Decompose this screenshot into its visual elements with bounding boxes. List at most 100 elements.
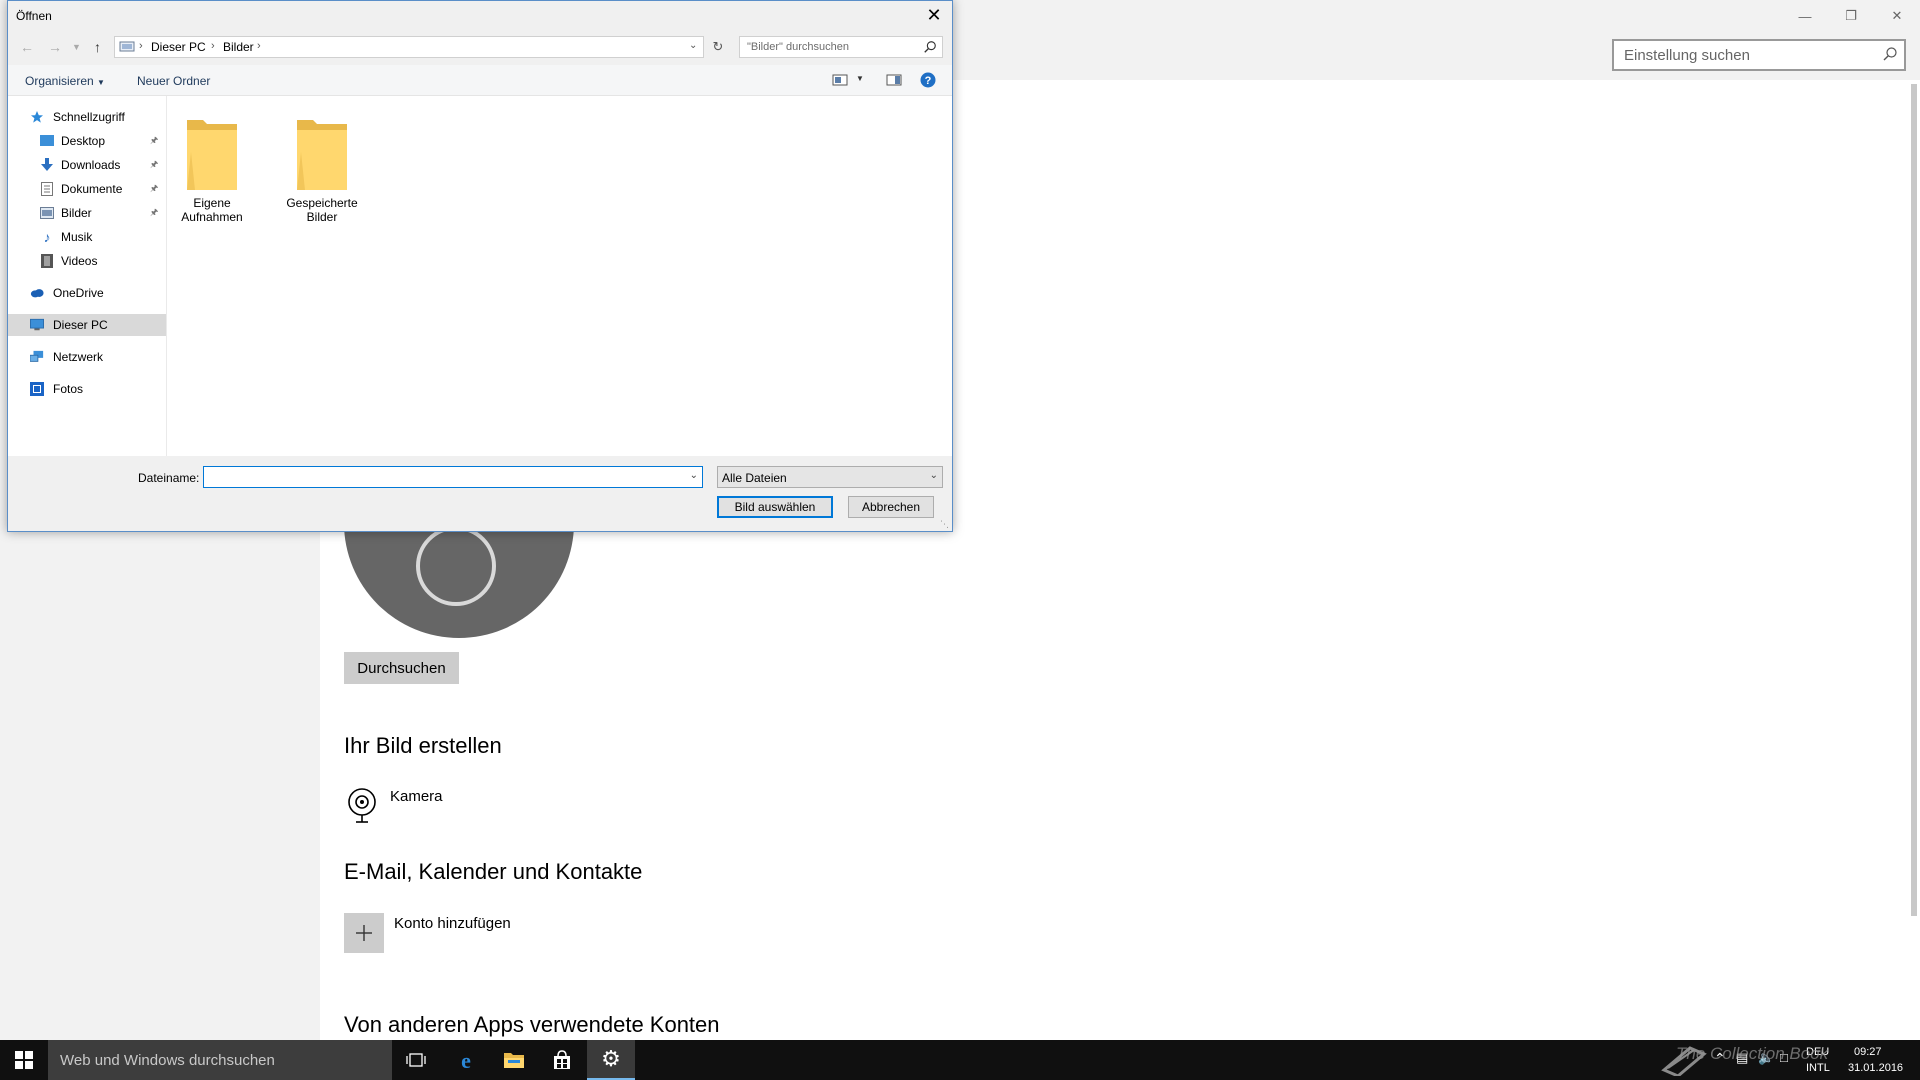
folder-icon xyxy=(183,112,241,192)
forward-arrow-icon[interactable]: → xyxy=(48,39,62,55)
taskbar-search-box[interactable]: Web und Windows durchsuchen xyxy=(48,1040,392,1080)
dialog-search-placeholder: "Bilder" durchsuchen xyxy=(747,41,849,53)
desktop-icon xyxy=(40,134,54,148)
file-explorer-icon[interactable] xyxy=(490,1040,538,1080)
nav-label-pictures: Bilder xyxy=(61,206,92,220)
nav-item-documents[interactable]: Dokumente 🖈 xyxy=(8,178,166,200)
nav-item-downloads[interactable]: Downloads 🖈 xyxy=(8,154,166,176)
back-arrow-icon[interactable]: ← xyxy=(20,39,34,55)
breadcrumb-chevron-icon[interactable]: › xyxy=(139,40,143,52)
folder-name-line2: Bilder xyxy=(306,210,338,224)
camera-icon[interactable] xyxy=(346,788,378,829)
folder-name-line2: Aufnahmen xyxy=(181,210,243,224)
up-arrow-icon[interactable]: ↑ xyxy=(94,39,101,55)
add-account-icon[interactable] xyxy=(344,913,384,953)
nav-item-quick-access[interactable]: Schnellzugriff xyxy=(8,106,166,128)
breadcrumb-bilder[interactable]: Bilder xyxy=(223,40,254,54)
pictures-icon xyxy=(40,206,54,220)
preview-pane-icon[interactable] xyxy=(886,73,902,92)
pin-icon[interactable]: 🖈 xyxy=(150,133,158,149)
folder-item[interactable]: Gespeicherte Bilder xyxy=(277,112,367,224)
address-dropdown-icon[interactable]: ⌄ xyxy=(689,40,697,51)
section-other-accounts: Von anderen Apps verwendete Konten xyxy=(344,1012,720,1037)
scrollbar-thumb[interactable] xyxy=(1911,84,1917,916)
browse-button[interactable]: Durchsuchen xyxy=(344,652,459,684)
nav-label-music: Musik xyxy=(61,230,93,244)
dialog-command-bar: Organisieren ▼ Neuer Ordner ▼ ? xyxy=(8,65,952,96)
folder-icon xyxy=(293,112,351,192)
pin-icon[interactable]: 🖈 xyxy=(150,205,158,221)
nav-label-photos: Fotos xyxy=(53,382,84,396)
filename-dropdown-icon[interactable]: ⌄ xyxy=(690,470,698,481)
recent-locations-chevron-icon[interactable]: ▼ xyxy=(72,42,81,52)
clock-date[interactable]: 31.01.2016 xyxy=(1848,1062,1903,1074)
download-arrow-icon xyxy=(40,158,54,172)
nav-item-photos[interactable]: Fotos xyxy=(8,378,166,400)
cloud-icon xyxy=(30,286,44,300)
windows-logo-icon xyxy=(15,1051,33,1069)
organize-menu[interactable]: Organisieren ▼ xyxy=(25,74,105,88)
folder-item[interactable]: Eigene Aufnahmen xyxy=(167,112,257,224)
new-folder-button[interactable]: Neuer Ordner xyxy=(137,74,210,88)
cancel-button[interactable]: Abbrechen xyxy=(848,496,934,518)
filetype-select[interactable]: Alle Dateien ⌄ xyxy=(717,466,943,488)
edge-browser-icon[interactable]: e xyxy=(442,1040,490,1080)
settings-gear-icon[interactable]: ⚙ xyxy=(587,1040,635,1080)
network-icon xyxy=(30,350,44,364)
clock-time[interactable]: 09:27 xyxy=(1854,1046,1882,1058)
nav-label-desktop: Desktop xyxy=(61,134,106,148)
dialog-title: Öffnen xyxy=(16,9,52,23)
resize-grip-icon[interactable]: ⋱ xyxy=(940,519,949,530)
view-chevron-down-icon[interactable]: ▼ xyxy=(856,74,864,83)
filetype-dropdown-icon: ⌄ xyxy=(929,470,938,481)
pin-icon[interactable]: 🖈 xyxy=(150,181,158,197)
nav-item-desktop[interactable]: Desktop 🖈 xyxy=(8,130,166,152)
open-file-dialog: Öffnen ✕ ← → ▼ ↑ › Dieser PC › Bilder › … xyxy=(7,0,953,532)
settings-scrollbar[interactable] xyxy=(1908,80,1920,1040)
view-options-icon[interactable] xyxy=(832,73,848,92)
minimize-button[interactable]: — xyxy=(1782,0,1828,32)
camera-label[interactable]: Kamera xyxy=(390,788,443,805)
help-icon[interactable]: ? xyxy=(920,72,936,93)
task-view-icon[interactable] xyxy=(392,1040,440,1080)
settings-search-input[interactable]: Einstellung suchen xyxy=(1612,39,1906,71)
store-icon[interactable] xyxy=(538,1040,586,1080)
music-note-icon: ♪ xyxy=(43,229,51,245)
nav-item-onedrive[interactable]: OneDrive xyxy=(8,282,166,304)
avatar-head-shape xyxy=(416,526,496,606)
breadcrumb-chevron-icon[interactable]: › xyxy=(211,40,215,52)
taskbar-search-placeholder: Web und Windows durchsuchen xyxy=(60,1052,275,1069)
dialog-close-button[interactable]: ✕ xyxy=(916,1,952,29)
nav-item-pictures[interactable]: Bilder 🖈 xyxy=(8,202,166,224)
watermark-text: The Collection Book xyxy=(1676,1044,1829,1063)
nav-label-network: Netzwerk xyxy=(53,350,104,364)
pin-icon[interactable]: 🖈 xyxy=(150,157,158,173)
filetype-value: Alle Dateien xyxy=(722,471,787,485)
nav-label-onedrive: OneDrive xyxy=(53,286,104,300)
photos-icon xyxy=(30,382,44,396)
search-icon xyxy=(1882,46,1898,67)
refresh-icon[interactable]: ↻ xyxy=(708,37,728,57)
filename-input[interactable]: ⌄ xyxy=(203,466,703,488)
nav-item-videos[interactable]: Videos xyxy=(8,250,166,272)
gear-icon: ⚙ xyxy=(601,1046,621,1071)
start-button[interactable] xyxy=(0,1040,48,1080)
folder-name-line1: Eigene xyxy=(193,196,231,210)
document-icon xyxy=(40,182,54,196)
nav-item-music[interactable]: ♪ Musik xyxy=(8,226,166,248)
nav-item-this-pc[interactable]: Dieser PC xyxy=(8,314,166,336)
address-bar[interactable]: › Dieser PC › Bilder › ⌄ xyxy=(114,36,704,58)
select-picture-button[interactable]: Bild auswählen xyxy=(717,496,833,518)
star-icon xyxy=(30,110,44,124)
breadcrumb-dieser-pc[interactable]: Dieser PC xyxy=(151,40,206,54)
close-button[interactable]: ✕ xyxy=(1874,0,1920,32)
nav-label-this-pc: Dieser PC xyxy=(53,318,108,332)
breadcrumb-chevron-icon[interactable]: › xyxy=(257,40,261,52)
dialog-search-input[interactable]: "Bilder" durchsuchen xyxy=(739,36,943,58)
svg-text:e: e xyxy=(461,1049,471,1071)
add-account-label[interactable]: Konto hinzufügen xyxy=(394,915,511,932)
restore-button[interactable]: ❐ xyxy=(1828,0,1874,32)
dialog-navigation-pane: Schnellzugriff Desktop 🖈 Downloads 🖈 Dok… xyxy=(8,96,167,456)
nav-item-network[interactable]: Netzwerk xyxy=(8,346,166,368)
search-icon xyxy=(923,40,937,59)
